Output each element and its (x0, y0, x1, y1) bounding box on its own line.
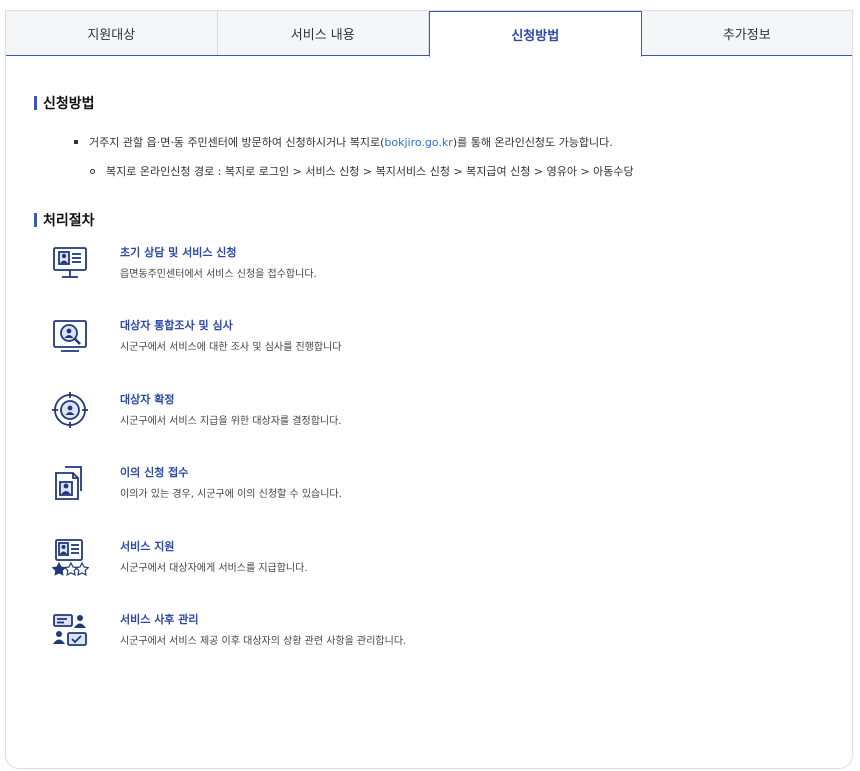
person-magnifier-icon (50, 316, 90, 356)
process-steps: 초기 상담 및 서비스 신청 읍면동주민센터에서 서비스 신청을 접수합니다. (50, 241, 824, 681)
tab-application-method[interactable]: 신청방법 (429, 11, 642, 57)
step-description: 이의가 있는 경우, 시군구에 이의 신청할 수 있습니다. (120, 489, 342, 501)
tab-bar: 지원대상 서비스 내용 신청방법 추가정보 (6, 11, 852, 57)
step-title: 대상자 통합조사 및 심사 (120, 319, 233, 333)
process-step: 대상자 통합조사 및 심사 시군구에서 서비스에 대한 조사 및 심사를 진행합… (50, 314, 824, 387)
step-description: 읍면동주민센터에서 서비스 신청을 접수합니다. (120, 269, 317, 280)
process-section-title: 처리절차 (34, 211, 824, 229)
step-description: 시군구에서 대상자에게 서비스를 지급합니다. (120, 562, 308, 574)
step-title: 서비스 사후 관리 (120, 612, 199, 626)
bokjiro-link[interactable]: bokjiro.go.kr (384, 136, 452, 149)
sub-list-item: 복지로 온라인신청 경로 : 복지로 로그인 > 서비스 신청 > 복지서비스 … (90, 163, 824, 179)
document-person-icon (50, 463, 90, 503)
process-title-text: 처리절차 (43, 213, 95, 229)
tab-service-content[interactable]: 서비스 내용 (217, 11, 429, 55)
tab-eligibility[interactable]: 지원대상 (6, 11, 218, 55)
content-panel: 지원대상 서비스 내용 신청방법 추가정보 신청방법 거주지 관할 읍·면·동 … (5, 10, 853, 769)
process-step: 초기 상담 및 서비스 신청 읍면동주민센터에서 서비스 신청을 접수합니다. (50, 241, 824, 314)
apply-title-text: 신청방법 (43, 96, 95, 112)
step-description: 시군구에서 서비스 지급을 위한 대상자를 결정합니다. (120, 415, 342, 427)
list-item-text: 거주지 관할 읍·면·동 주민센터에 방문하여 신청하시거나 복지로(bokji… (89, 136, 613, 149)
square-bullet-icon (74, 140, 78, 144)
step-description: 시군구에서 서비스 제공 이후 대상자의 상황 관련 사항을 관리합니다. (120, 635, 407, 647)
step-title: 초기 상담 및 서비스 신청 (120, 246, 237, 259)
list-item: 거주지 관할 읍·면·동 주민센터에 방문하여 신청하시거나 복지로(bokji… (74, 134, 824, 150)
process-step: 이의 신청 접수 이의가 있는 경우, 시군구에 이의 신청할 수 있습니다. (50, 461, 824, 534)
title-accent-bar (34, 96, 37, 110)
tab-additional-info[interactable]: 추가정보 (641, 11, 852, 55)
process-step: 대상자 확정 시군구에서 서비스 지급을 위한 대상자를 결정합니다. (50, 388, 824, 461)
apply-list: 거주지 관할 읍·면·동 주민센터에 방문하여 신청하시거나 복지로(bokji… (74, 134, 824, 179)
people-checklist-icon (50, 610, 90, 650)
sub-list-item-text: 복지로 온라인신청 경로 : 복지로 로그인 > 서비스 신청 > 복지서비스 … (106, 165, 634, 178)
step-title: 대상자 확정 (120, 392, 175, 406)
title-accent-bar (34, 213, 37, 227)
step-title: 이의 신청 접수 (120, 466, 189, 480)
apply-section-title: 신청방법 (34, 94, 824, 112)
profile-stars-icon (50, 537, 90, 577)
monitor-profile-icon (50, 243, 90, 283)
step-title: 서비스 지원 (120, 539, 175, 553)
step-description: 시군구에서 서비스에 대한 조사 및 심사를 진행합니다 (120, 342, 342, 354)
process-step: 서비스 지원 시군구에서 대상자에게 서비스를 지급합니다. (50, 535, 824, 608)
person-target-icon (50, 390, 90, 430)
process-step: 서비스 사후 관리 시군구에서 서비스 제공 이후 대상자의 상황 관련 사항을… (50, 608, 824, 681)
circle-bullet-icon (90, 168, 95, 174)
